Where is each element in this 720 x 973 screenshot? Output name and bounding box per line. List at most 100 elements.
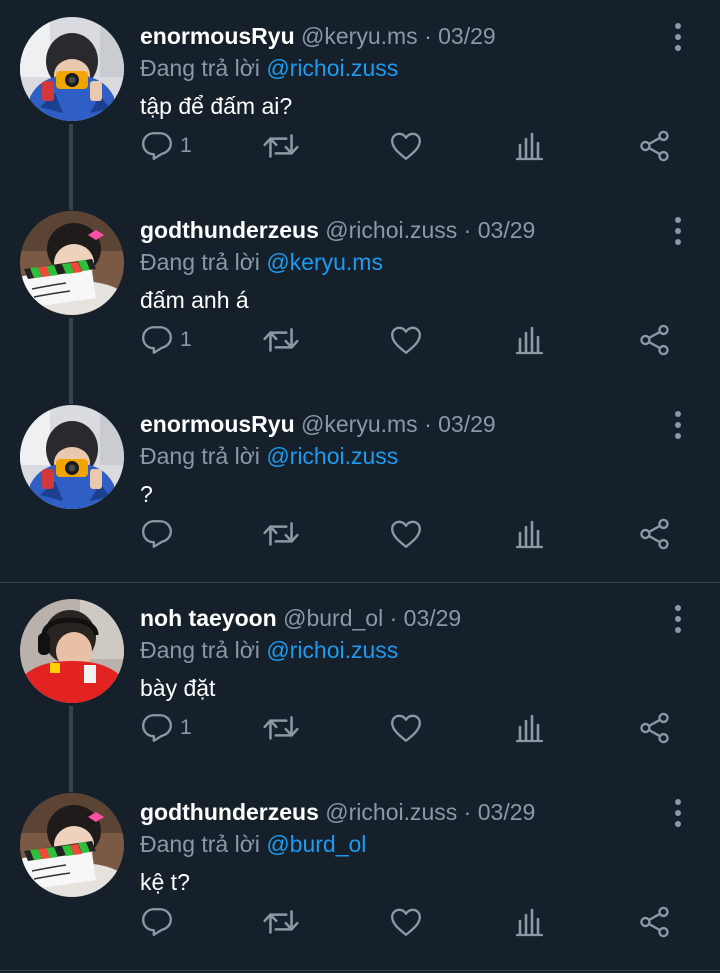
views-button[interactable] <box>514 322 546 358</box>
user-handle[interactable]: @richoi.zuss <box>325 799 457 825</box>
replying-to-label: Đang trả lời <box>140 831 260 857</box>
more-vertical-icon[interactable] <box>664 22 692 52</box>
more-vertical-icon[interactable] <box>664 798 692 828</box>
more-vertical-icon[interactable] <box>664 216 692 246</box>
share-button[interactable] <box>638 128 672 164</box>
views-button[interactable] <box>514 516 546 552</box>
reply-button[interactable] <box>140 516 180 552</box>
tweet-header: enormousRyu @keryu.ms · 03/29 <box>140 410 496 438</box>
reply-button[interactable]: 1 <box>140 128 192 164</box>
more-vertical-icon[interactable] <box>664 410 692 440</box>
reply-button[interactable]: 1 <box>140 322 192 358</box>
analytics-icon <box>514 517 546 551</box>
mention-link[interactable]: @keryu.ms <box>266 249 383 275</box>
like-button[interactable] <box>389 710 423 746</box>
retweet-icon <box>262 711 300 745</box>
more-vertical-icon[interactable] <box>664 604 692 634</box>
tweet-date[interactable]: 03/29 <box>478 217 536 243</box>
heart-icon <box>389 129 423 163</box>
reply-button[interactable]: 1 <box>140 710 192 746</box>
display-name[interactable]: noh taeyoon <box>140 605 277 631</box>
display-name[interactable]: godthunderzeus <box>140 799 319 825</box>
tweet-actions: 1 <box>140 128 700 164</box>
like-button[interactable] <box>389 516 423 552</box>
views-button[interactable] <box>514 710 546 746</box>
display-name[interactable]: enormousRyu <box>140 23 295 49</box>
retweet-button[interactable] <box>262 128 300 164</box>
user-handle[interactable]: @burd_ol <box>283 605 383 631</box>
display-name[interactable]: godthunderzeus <box>140 217 319 243</box>
views-button[interactable] <box>514 128 546 164</box>
like-button[interactable] <box>389 904 423 940</box>
tweet-date[interactable]: 03/29 <box>404 605 462 631</box>
retweet-icon <box>262 517 300 551</box>
tweet-actions: 1 <box>140 710 700 746</box>
display-name[interactable]: enormousRyu <box>140 411 295 437</box>
tweet[interactable]: enormousRyu @keryu.ms · 03/29 Đang trả l… <box>0 0 720 194</box>
avatar[interactable] <box>20 211 124 315</box>
share-icon <box>638 129 672 163</box>
replying-to-label: Đang trả lời <box>140 637 260 663</box>
separator: · <box>463 217 472 243</box>
replying-to-label: Đang trả lời <box>140 249 260 275</box>
share-button[interactable] <box>638 516 672 552</box>
retweet-button[interactable] <box>262 904 300 940</box>
avatar[interactable] <box>20 17 124 121</box>
tweet-text: tập để đấm ai? <box>140 93 293 119</box>
mention-link[interactable]: @burd_ol <box>266 831 366 857</box>
avatar[interactable] <box>20 793 124 897</box>
tweet[interactable]: godthunderzeus @richoi.zuss · 03/29 Đang… <box>0 194 720 388</box>
tweet-date[interactable]: 03/29 <box>478 799 536 825</box>
avatar[interactable] <box>20 599 124 703</box>
reply-count: 1 <box>180 134 192 157</box>
analytics-icon <box>514 129 546 163</box>
heart-icon <box>389 323 423 357</box>
reply-count: 1 <box>180 328 192 351</box>
tweet[interactable]: godthunderzeus @richoi.zuss · 03/29 Đang… <box>0 776 720 970</box>
share-button[interactable] <box>638 322 672 358</box>
share-button[interactable] <box>638 904 672 940</box>
tweet-text: bày đặt <box>140 675 216 701</box>
user-handle[interactable]: @keryu.ms <box>301 411 418 437</box>
tweet-header: enormousRyu @keryu.ms · 03/29 <box>140 22 496 50</box>
like-button[interactable] <box>389 322 423 358</box>
tweet-text: đấm anh á <box>140 287 249 313</box>
views-button[interactable] <box>514 904 546 940</box>
tweet-actions <box>140 904 700 940</box>
reply-button[interactable] <box>140 904 180 940</box>
retweet-icon <box>262 905 300 939</box>
retweet-icon <box>262 323 300 357</box>
separator: · <box>424 411 432 437</box>
separator: · <box>463 799 472 825</box>
tweet[interactable]: noh taeyoon @burd_ol · 03/29 Đang trả lờ… <box>0 582 720 776</box>
tweet-header: godthunderzeus @richoi.zuss · 03/29 <box>140 216 535 244</box>
mention-link[interactable]: @richoi.zuss <box>266 443 398 469</box>
retweet-button[interactable] <box>262 710 300 746</box>
tweet-text: kệ t? <box>140 869 190 895</box>
replying-to: Đang trả lời @burd_ol <box>140 830 366 858</box>
tweet-actions <box>140 516 700 552</box>
user-handle[interactable]: @richoi.zuss <box>325 217 457 243</box>
share-icon <box>638 905 672 939</box>
replying-to: Đang trả lời @richoi.zuss <box>140 442 398 470</box>
tweet-date[interactable]: 03/29 <box>438 23 496 49</box>
user-handle[interactable]: @keryu.ms <box>301 23 418 49</box>
analytics-icon <box>514 711 546 745</box>
tweet-header: noh taeyoon @burd_ol · 03/29 <box>140 604 461 632</box>
retweet-button[interactable] <box>262 322 300 358</box>
analytics-icon <box>514 323 546 357</box>
share-button[interactable] <box>638 710 672 746</box>
reply-count: 1 <box>180 716 192 739</box>
retweet-button[interactable] <box>262 516 300 552</box>
tweet-date[interactable]: 03/29 <box>438 411 496 437</box>
mention-link[interactable]: @richoi.zuss <box>266 55 398 81</box>
tweet[interactable]: enormousRyu @keryu.ms · 03/29 Đang trả l… <box>0 388 720 582</box>
mention-link[interactable]: @richoi.zuss <box>266 637 398 663</box>
heart-icon <box>389 517 423 551</box>
like-button[interactable] <box>389 128 423 164</box>
avatar[interactable] <box>20 405 124 509</box>
reply-icon <box>140 905 174 939</box>
share-icon <box>638 517 672 551</box>
replying-to-label: Đang trả lời <box>140 55 260 81</box>
separator: · <box>424 23 432 49</box>
